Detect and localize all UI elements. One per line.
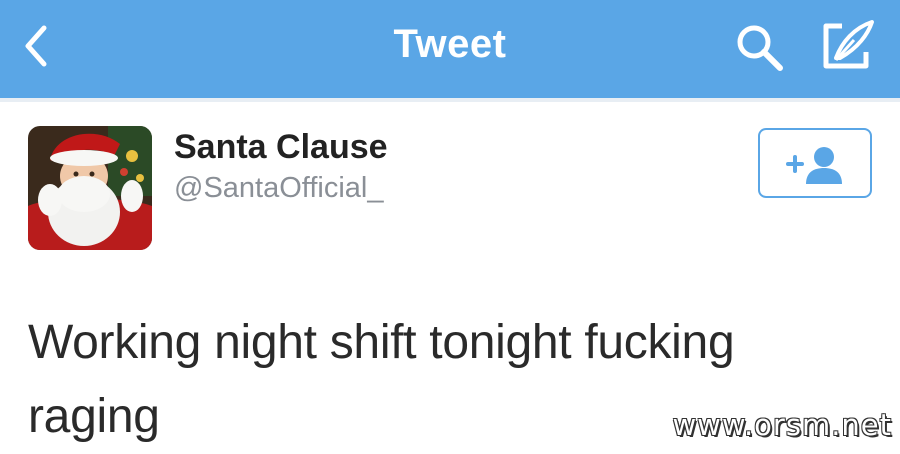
watermark: www.orsm.net xyxy=(672,408,892,442)
santa-avatar-image xyxy=(28,126,152,250)
author-handle[interactable]: @SantaOfficial_ xyxy=(174,172,383,205)
header-divider xyxy=(0,98,900,102)
compose-icon xyxy=(823,20,874,69)
follow-button[interactable] xyxy=(758,128,872,198)
search-button[interactable] xyxy=(732,20,788,76)
author-name[interactable]: Santa Clause xyxy=(174,128,388,167)
add-user-icon xyxy=(786,147,842,184)
avatar[interactable] xyxy=(28,126,152,250)
navigation-bar: Tweet xyxy=(0,0,900,98)
search-icon xyxy=(737,25,783,71)
compose-button[interactable] xyxy=(818,18,880,74)
